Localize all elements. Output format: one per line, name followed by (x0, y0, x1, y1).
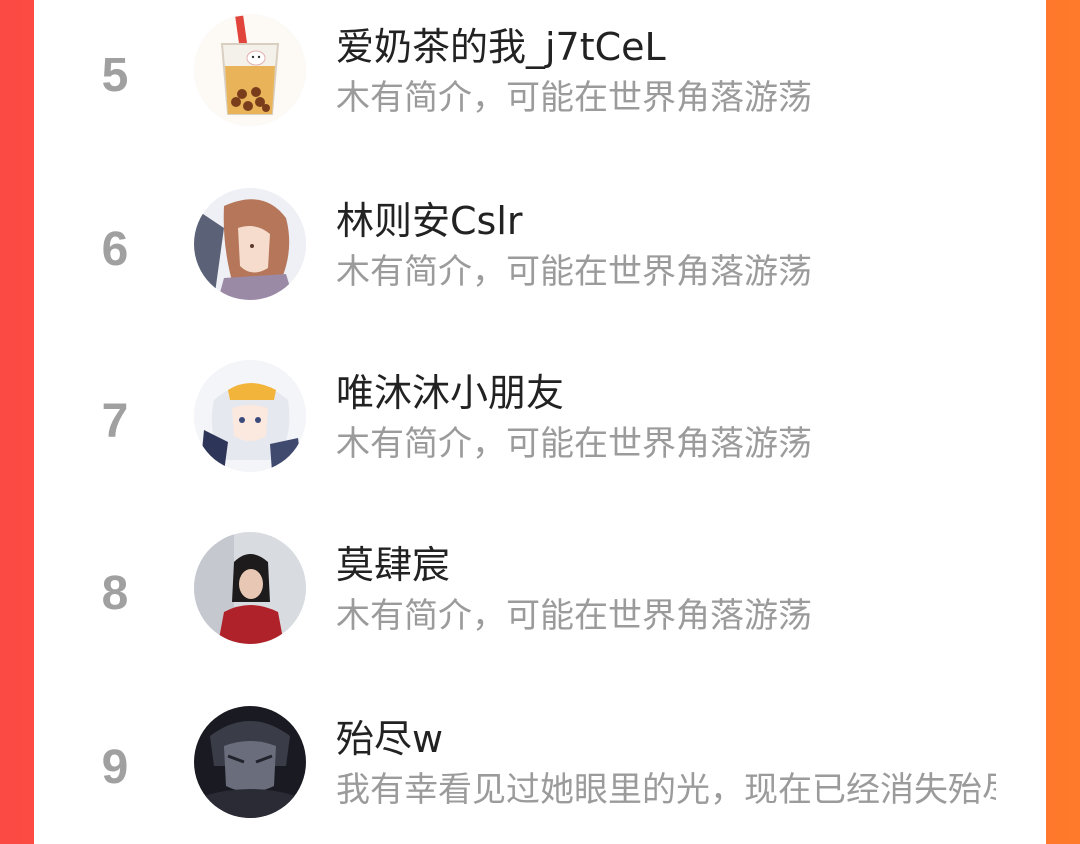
user-avatar[interactable] (194, 360, 306, 472)
ranking-row[interactable]: 7 唯沐沐小朋友 木有简介，可能在世界角落游荡 (34, 346, 1046, 518)
rank-number: 5 (101, 49, 129, 102)
ranking-row[interactable]: 6 林则安Cslr 木有简介，可能在世界角落游荡 (34, 174, 1046, 346)
anime-girl-brown-hair-avatar (194, 188, 306, 300)
rank-number: 9 (101, 741, 129, 794)
user-bio: 木有简介，可能在世界角落游荡 (336, 78, 812, 118)
user-avatar[interactable] (194, 14, 306, 126)
user-bio: 我有幸看见过她眼里的光，现在已经消失殆尽 (336, 770, 996, 810)
user-avatar[interactable] (194, 188, 306, 300)
user-name[interactable]: 唯沐沐小朋友 (336, 362, 564, 417)
ranking-row[interactable]: 8 莫肆宸 木有简介，可能在世界角落游荡 (34, 518, 1046, 690)
user-name[interactable]: 爱奶茶的我_j7tCeL (336, 16, 666, 71)
user-name[interactable]: 林则安Cslr (336, 190, 523, 245)
rank-number: 6 (101, 223, 129, 276)
user-bio: 木有简介，可能在世界角落游荡 (336, 596, 812, 636)
milk-tea-icon (194, 14, 306, 126)
ranking-row[interactable]: 5 爱奶茶的我_j7tCeL 木有简介，可能在世界角落游荡 (34, 0, 1046, 172)
user-bio: 木有简介，可能在世界角落游荡 (336, 252, 812, 292)
user-bio: 木有简介，可能在世界角落游荡 (336, 424, 812, 464)
ranking-row[interactable]: 9 殆尽w 我有幸看见过她眼里的光，现在已经消失殆尽 (34, 692, 1046, 844)
rank-number: 8 (101, 567, 129, 620)
ranking-panel: 5 爱奶茶的我_j7tCeL 木有简介，可能在世界角落游荡 6 林则安Cslr … (34, 0, 1046, 844)
user-name[interactable]: 殆尽w (336, 708, 443, 763)
user-avatar[interactable] (194, 532, 306, 644)
rank-number: 7 (101, 395, 129, 448)
user-avatar[interactable] (194, 706, 306, 818)
dark-anime-avatar (194, 706, 306, 818)
anime-girl-white-hair-avatar (194, 360, 306, 472)
photo-girl-red-jacket-avatar (194, 532, 306, 644)
user-name[interactable]: 莫肆宸 (336, 534, 450, 589)
